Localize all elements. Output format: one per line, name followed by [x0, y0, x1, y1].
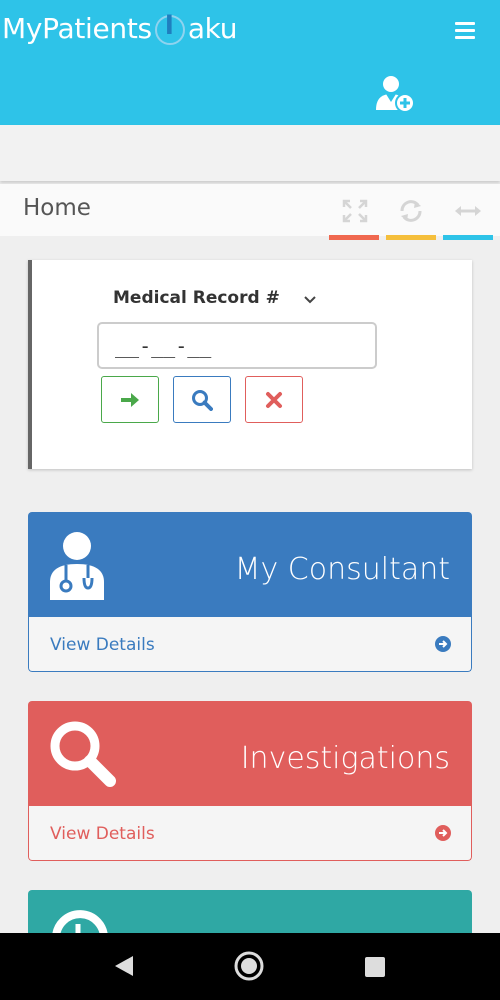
- logo-text-left: MyPatients: [2, 12, 152, 45]
- logo-text-right: aku: [187, 12, 238, 45]
- hamburger-icon[interactable]: [455, 22, 475, 39]
- home-icon[interactable]: [233, 950, 265, 982]
- search-icon: [50, 721, 116, 787]
- view-details-label: View Details: [50, 824, 155, 844]
- accent-strip-yellow: [386, 235, 436, 240]
- view-details-label: View Details: [50, 635, 155, 655]
- search-icon: [192, 389, 213, 411]
- chevron-down-icon[interactable]: [303, 292, 317, 306]
- system-nav-bar: [0, 933, 500, 1000]
- expand-icon[interactable]: [341, 198, 369, 224]
- view-details-link[interactable]: View Details: [28, 617, 472, 672]
- history-panel[interactable]: [28, 890, 472, 933]
- clear-button[interactable]: [245, 376, 303, 423]
- add-user-icon[interactable]: [374, 72, 416, 114]
- circle-arrow-right-icon: [435, 636, 451, 652]
- panel-title: Investigations: [240, 741, 450, 776]
- go-button[interactable]: [101, 376, 159, 423]
- panel-title: My Consultant: [234, 552, 450, 587]
- back-icon[interactable]: [113, 954, 135, 978]
- accent-strip-blue: [443, 235, 493, 240]
- recents-icon[interactable]: [364, 956, 386, 978]
- search-field-selector[interactable]: Medical Record #: [113, 288, 280, 308]
- history-icon: [52, 910, 108, 933]
- page-title: Home: [23, 195, 91, 221]
- logo-mark-icon: [154, 11, 185, 45]
- consultant-panel[interactable]: My Consultant View Details: [28, 512, 472, 672]
- doctor-icon: [50, 532, 104, 600]
- app-logo[interactable]: MyPatients aku: [2, 11, 238, 46]
- accent-strip-orange: [329, 235, 379, 240]
- circle-arrow-right-icon: [435, 825, 451, 841]
- investigations-panel[interactable]: Investigations View Details: [28, 701, 472, 861]
- view-details-link[interactable]: View Details: [28, 806, 472, 861]
- search-button[interactable]: [173, 376, 231, 423]
- collapse-horizontal-icon[interactable]: [454, 198, 482, 224]
- arrow-right-icon: [121, 392, 139, 407]
- app-header: MyPatients aku: [0, 0, 500, 125]
- medical-record-input[interactable]: __-__-__: [97, 322, 377, 369]
- refresh-icon[interactable]: [397, 198, 425, 224]
- close-icon: [266, 391, 282, 408]
- secondary-toolbar: [0, 125, 500, 181]
